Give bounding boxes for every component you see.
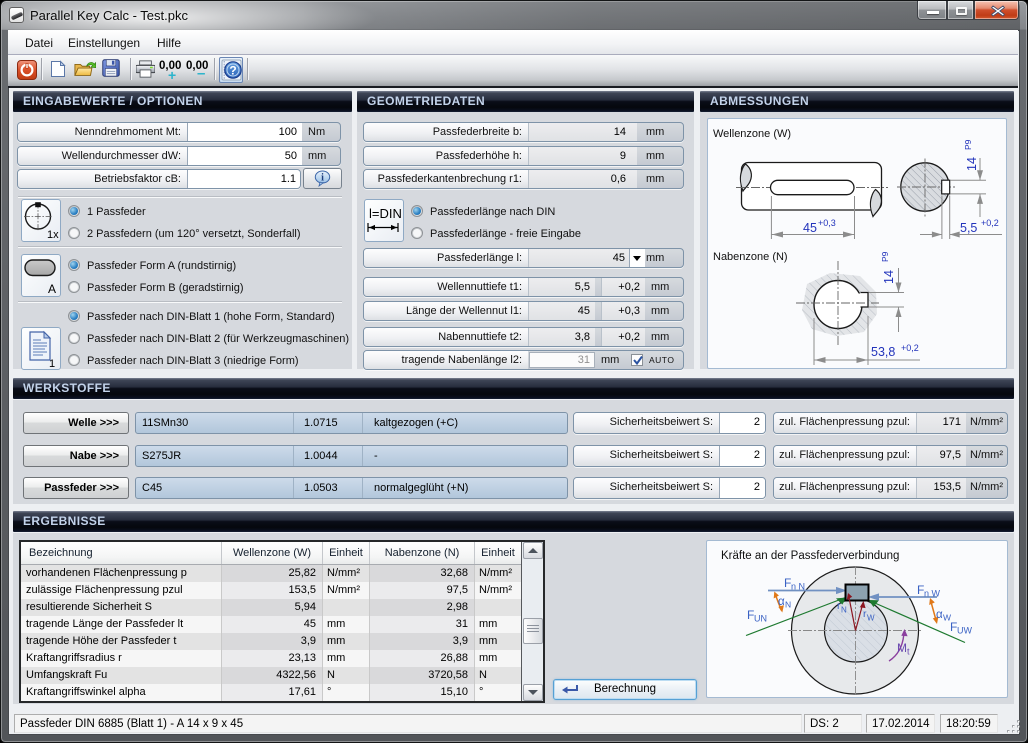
svg-text:5,5: 5,5 (960, 221, 977, 235)
svg-text:n W: n W (924, 589, 941, 599)
svg-text:1x: 1x (47, 229, 59, 241)
svg-text:N: N (841, 606, 847, 615)
svg-text:α: α (936, 609, 943, 621)
svg-text:A: A (48, 282, 56, 296)
svg-text:N: N (785, 600, 791, 610)
svg-text:P9: P9 (880, 251, 890, 262)
svg-text:+0,2: +0,2 (901, 343, 919, 353)
svg-text:α: α (778, 596, 785, 608)
svg-text:Kräfte an der Passfederverbind: Kräfte an der Passfederverbindung (721, 550, 899, 562)
svg-text:?: ? (229, 64, 236, 78)
svg-text:n N: n N (791, 582, 805, 592)
svg-text:+0,2: +0,2 (981, 218, 999, 228)
svg-text:W: W (867, 614, 875, 623)
svg-text:53,8: 53,8 (871, 345, 895, 359)
svg-text:14: 14 (965, 157, 979, 171)
svg-text:i: i (321, 173, 324, 184)
svg-text:UN: UN (754, 614, 767, 624)
svg-text:45: 45 (803, 221, 817, 235)
svg-text:UW: UW (957, 626, 972, 636)
svg-text:l=DIN: l=DIN (369, 206, 402, 221)
svg-text:P9: P9 (963, 139, 973, 150)
svg-text:M: M (897, 641, 907, 655)
svg-text:1: 1 (49, 358, 55, 369)
svg-text:W: W (943, 613, 951, 623)
svg-text:+0,3: +0,3 (818, 218, 836, 228)
svg-text:14: 14 (882, 270, 896, 284)
